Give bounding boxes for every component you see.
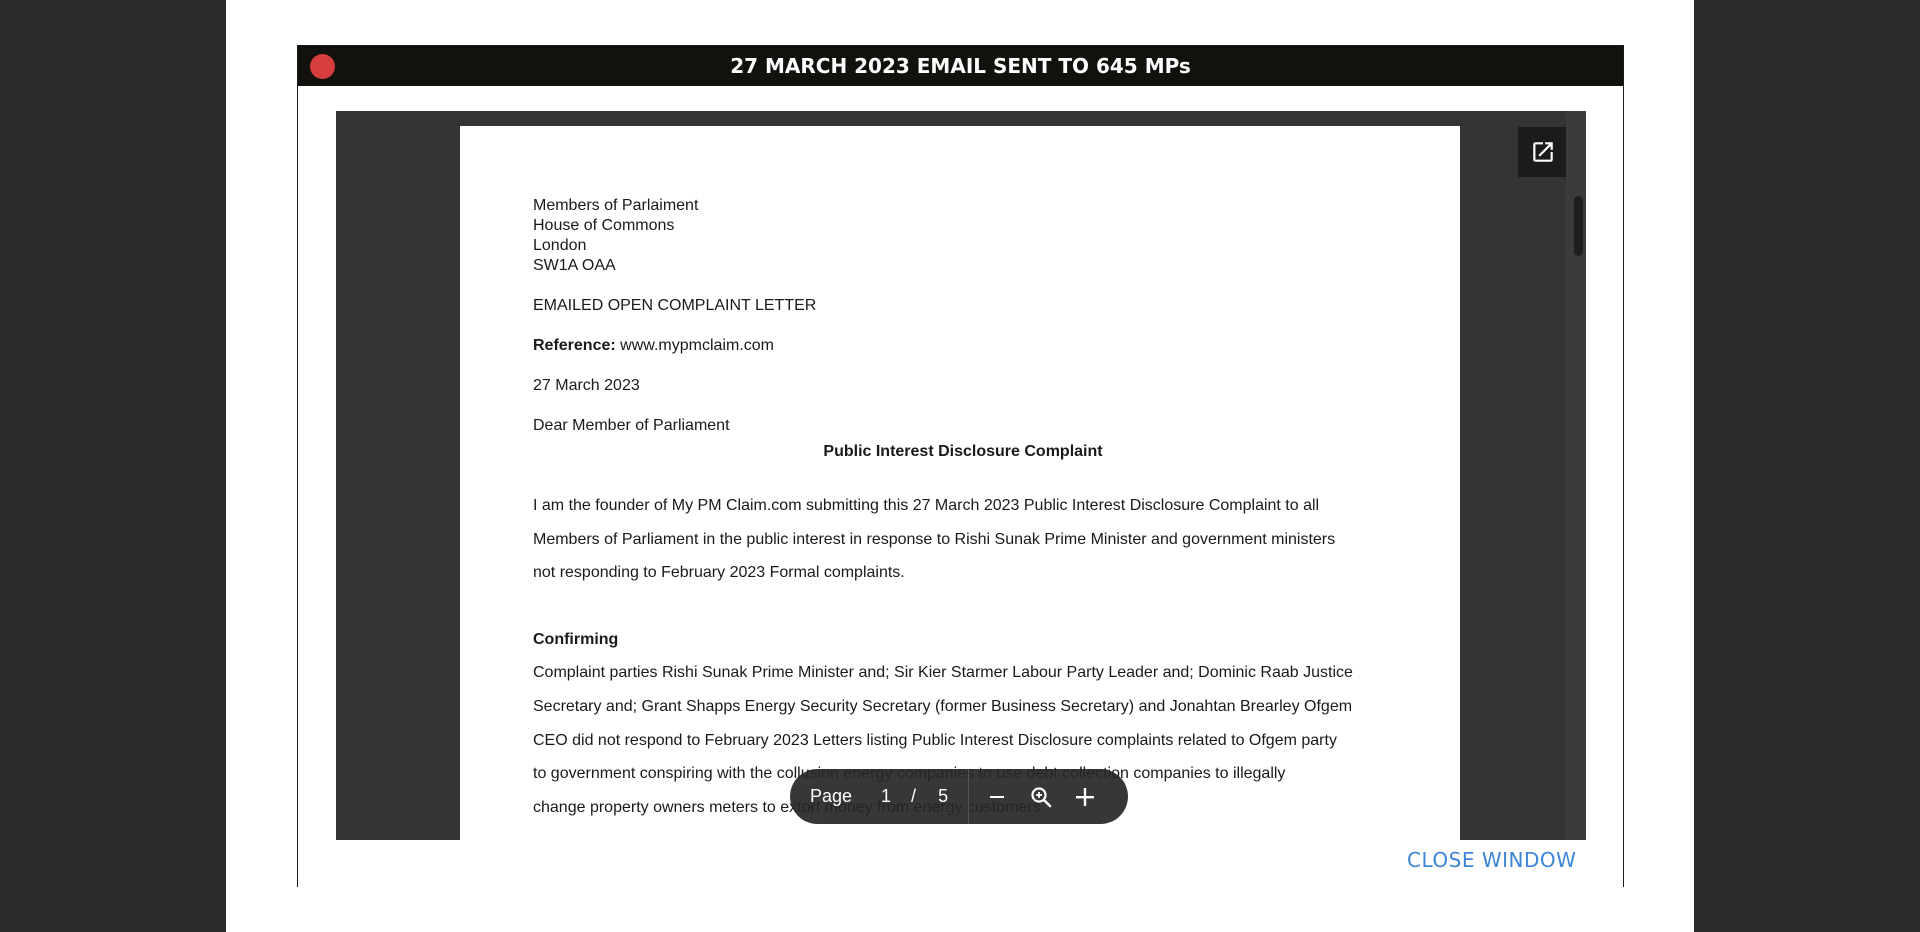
letter-date: 27 March 2023: [533, 377, 640, 394]
letter-subject: Public Interest Disclosure Complaint: [823, 443, 1103, 460]
address-line: House of Commons: [533, 217, 675, 234]
pdf-viewer[interactable]: Members of Parlaiment House of Commons L…: [336, 111, 1586, 840]
modal-window: 27 MARCH 2023 EMAIL SENT TO 645 MPs Memb…: [297, 45, 1624, 887]
pdf-page: Members of Parlaiment House of Commons L…: [460, 126, 1460, 840]
pdf-page-toolbar: Page 1 / 5: [790, 769, 1128, 824]
scrollbar-thumb[interactable]: [1574, 196, 1583, 256]
zoom-button[interactable]: [1019, 775, 1063, 819]
viewer-scrollbar[interactable]: [1566, 111, 1586, 840]
toolbar-divider: [968, 769, 970, 824]
paragraph-line: Secretary and; Grant Shapps Energy Secur…: [533, 697, 1353, 715]
zoom-icon: [1031, 786, 1052, 807]
letter-heading: EMAILED OPEN COMPLAINT LETTER: [533, 297, 817, 314]
reference-label: Reference:: [533, 337, 616, 354]
close-window-button[interactable]: CLOSE WINDOW: [1407, 848, 1576, 872]
address-block: Members of Parlaiment House of Commons L…: [533, 196, 1393, 276]
zoom-in-button[interactable]: [1063, 775, 1107, 819]
paragraph-line: Complaint parties Rishi Sunak Prime Mini…: [533, 664, 1353, 682]
reference-value: www.mypmclaim.com: [620, 337, 774, 354]
current-page-input[interactable]: 1: [877, 786, 895, 807]
total-pages: 5: [938, 786, 949, 806]
reference-line: Reference: www.mypmclaim.com: [533, 336, 1393, 356]
page-separator: /: [911, 786, 917, 806]
modal-titlebar: 27 MARCH 2023 EMAIL SENT TO 645 MPs: [298, 46, 1623, 86]
modal-title: 27 MARCH 2023 EMAIL SENT TO 645 MPs: [730, 54, 1191, 78]
paragraph-line: I am the founder of My PM Claim.com subm…: [533, 497, 1320, 514]
address-line: Members of Parlaiment: [533, 197, 699, 214]
zoom-in-icon: [1076, 787, 1095, 806]
open-external-button[interactable]: [1518, 127, 1568, 177]
intro-paragraph: I am the founder of My PM Claim.com subm…: [533, 489, 1393, 590]
open-external-icon: [1533, 142, 1553, 162]
address-line: SW1A OAA: [533, 257, 616, 274]
salutation: Dear Member of Parliament: [533, 417, 730, 434]
page-label: Page: [810, 786, 853, 806]
paragraph-line: CEO did not respond to February 2023 Let…: [533, 731, 1337, 749]
address-line: London: [533, 237, 587, 254]
paragraph-line: Members of Parliament in the public inte…: [533, 530, 1336, 548]
close-dot-icon[interactable]: [310, 54, 335, 79]
confirming-heading: Confirming: [533, 630, 619, 648]
zoom-out-icon: [990, 795, 1005, 798]
zoom-out-button[interactable]: [975, 775, 1019, 819]
letter-body: Members of Parlaiment House of Commons L…: [533, 196, 1393, 824]
paragraph-line: not responding to February 2023 Formal c…: [533, 564, 905, 582]
